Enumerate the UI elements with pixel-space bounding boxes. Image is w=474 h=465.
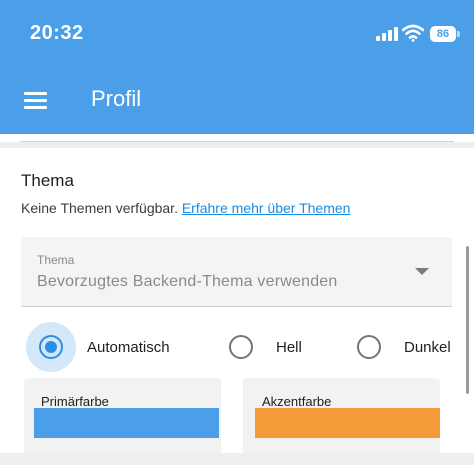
- select-label: Thema: [37, 253, 75, 267]
- radio-label-hell: Hell: [276, 339, 302, 356]
- accent-color-picker[interactable]: Akzentfarbe: [243, 378, 440, 453]
- color-label-accent: Akzentfarbe: [262, 394, 332, 409]
- radio-automatisch[interactable]: Automatisch: [26, 318, 196, 374]
- radio-dunkel[interactable]: Dunkel: [357, 318, 457, 374]
- theme-description: Keine Themen verfügbar. Erfahre mehr übe…: [21, 200, 350, 216]
- radio-unchecked-icon[interactable]: [357, 335, 381, 359]
- card-title: Thema: [21, 171, 74, 190]
- status-bar: 20:32 86: [0, 0, 474, 64]
- bottom-strip: [0, 453, 474, 465]
- primary-color-swatch[interactable]: [34, 408, 219, 438]
- theme-card: Thema Keine Themen verfügbar. Erfahre me…: [0, 148, 474, 453]
- dropdown-arrow-icon: [415, 268, 429, 275]
- battery-icon: 86: [430, 26, 456, 42]
- theme-select[interactable]: Thema Bevorzugtes Backend-Thema verwende…: [21, 237, 452, 307]
- radio-label-automatisch: Automatisch: [87, 339, 170, 356]
- learn-more-link[interactable]: Erfahre mehr über Themen: [182, 200, 351, 216]
- hamburger-menu-icon[interactable]: [24, 92, 48, 110]
- color-label-primary: Primärfarbe: [41, 394, 109, 409]
- select-value: Bevorzugtes Backend-Thema verwenden: [37, 273, 338, 290]
- radio-label-dunkel: Dunkel: [404, 339, 451, 356]
- battery-nub: [457, 31, 460, 37]
- theme-mode-radio-group: Automatisch Hell Dunkel: [0, 318, 474, 374]
- radio-unchecked-icon[interactable]: [229, 335, 253, 359]
- scrollbar[interactable]: [466, 246, 469, 394]
- previous-card-edge: [0, 134, 474, 142]
- toolbar: Profil: [0, 64, 474, 134]
- accent-color-swatch[interactable]: [255, 408, 440, 438]
- status-time: 20:32: [30, 22, 84, 44]
- page-title: Profil: [91, 86, 142, 111]
- app-header: 20:32 86 Profil: [0, 0, 474, 134]
- radio-checked-icon[interactable]: [39, 335, 63, 359]
- description-text: Keine Themen verfügbar.: [21, 200, 182, 216]
- radio-hell[interactable]: Hell: [229, 318, 319, 374]
- primary-color-picker[interactable]: Primärfarbe: [24, 378, 221, 453]
- wifi-icon: [402, 24, 424, 42]
- cellular-signal-icon: [376, 27, 398, 41]
